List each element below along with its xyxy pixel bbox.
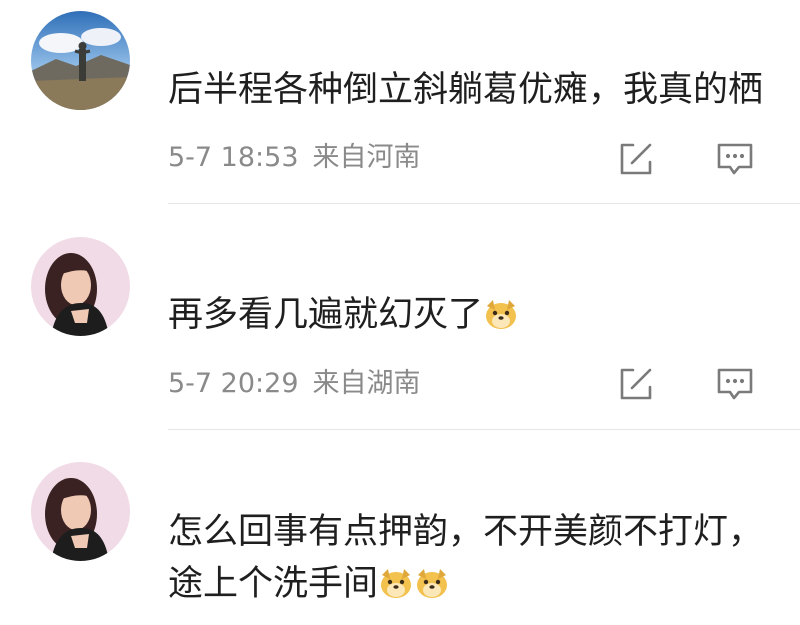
comment-timestamp: 5-7 20:29 xyxy=(168,368,299,399)
comment-icon[interactable] xyxy=(715,364,755,404)
edit-share-icon[interactable] xyxy=(616,364,656,404)
edit-share-icon[interactable] xyxy=(616,139,656,179)
divider xyxy=(168,203,800,204)
comment-text-content: 途上个洗手间 xyxy=(168,564,379,604)
comment-text-line1: 怎么回事有点押韵，不开美颜不打灯， xyxy=(168,512,764,552)
avatar[interactable] xyxy=(31,462,130,561)
comment-item: 怎么回事有点押韵，不开美颜不打灯， 途上个洗手间 xyxy=(0,430,800,625)
comment-item: 再多看几遍就幻灭了 5-7 20:29 来自湖南 xyxy=(0,205,800,430)
comment-text: 后半程各种倒立斜躺葛优瘫，我真的栖 xyxy=(168,70,764,110)
comment-location: 来自湖南 xyxy=(312,368,421,399)
doge-emoji-icon xyxy=(378,565,414,601)
comment-text: 再多看几遍就幻灭了 xyxy=(168,293,800,338)
comment-item: 后半程各种倒立斜躺葛优瘫，我真的栖 5-7 18:53 来自河南 xyxy=(0,0,800,205)
comment-meta: 5-7 18:53 来自河南 xyxy=(168,142,421,174)
comment-icon[interactable] xyxy=(715,139,755,179)
comment-timestamp: 5-7 18:53 xyxy=(168,142,299,173)
comment-text-line2: 途上个洗手间 xyxy=(168,562,800,607)
doge-emoji-icon xyxy=(483,296,519,332)
comment-meta: 5-7 20:29 来自湖南 xyxy=(168,368,421,400)
avatar[interactable] xyxy=(31,11,130,110)
comment-text-content: 再多看几遍就幻灭了 xyxy=(168,295,484,335)
avatar[interactable] xyxy=(31,237,130,336)
doge-emoji-icon xyxy=(414,565,450,601)
comment-location: 来自河南 xyxy=(312,142,421,173)
